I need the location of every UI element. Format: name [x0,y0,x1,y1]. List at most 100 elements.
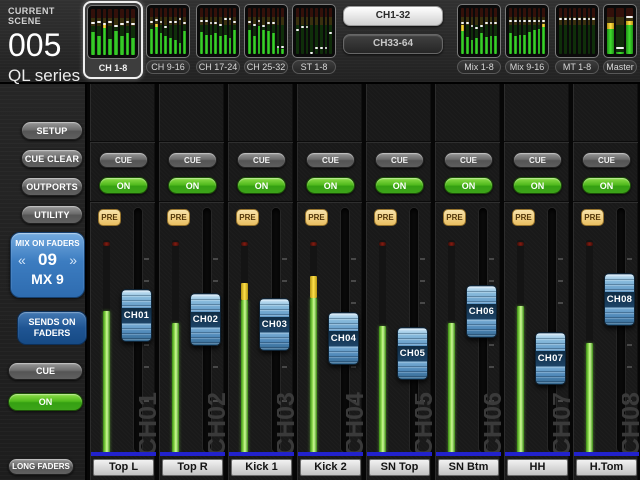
sidebar-on-button[interactable]: ON [8,393,83,411]
channel-meter [241,240,248,454]
fader-cap[interactable]: CH05 [397,327,428,380]
channel-name-plate[interactable]: Kick 1 [231,459,292,476]
pre-badge[interactable]: PRE [581,209,604,226]
meter-level [233,30,236,54]
channel-on-button[interactable]: ON [168,177,217,194]
fader-cap[interactable]: CH02 [190,293,221,346]
fader-cap[interactable]: CH07 [535,332,566,385]
channel-name-plate[interactable]: SN Top [369,459,430,476]
meter-bar [528,8,531,54]
pre-badge[interactable]: PRE [98,209,121,226]
meter-level [626,25,633,54]
fader-position-mark [277,46,280,48]
channel-cue-button[interactable]: CUE [237,152,286,168]
channel-color-bar [574,452,639,456]
channel-name-plate[interactable]: SN Btm [438,459,499,476]
input-bank-tab-ch1-8[interactable]: CH 1-8 [83,1,143,79]
fader-position-mark [523,20,526,22]
channel-on-button[interactable]: ON [582,177,631,194]
mix-prev-icon[interactable]: « [18,252,26,268]
fader-scale-tick [213,258,218,260]
mix-next-icon[interactable]: » [69,252,77,268]
sidebar-button-outports[interactable]: OUTPORTS [21,177,83,196]
fader-scale-tick [351,366,356,368]
fader-position-mark [320,47,323,49]
clip-indicator-icon [241,242,248,246]
fader-position-mark [169,21,172,23]
channel-name-plate[interactable]: HH [507,459,568,476]
channel-on-button[interactable]: ON [99,177,148,194]
meter-bar [200,8,203,54]
fader-position-mark [310,52,313,54]
channel-on-button[interactable]: ON [375,177,424,194]
pre-badge[interactable]: PRE [167,209,190,226]
channel-strip-ch08: CUEONPRECH08CH08H.Tom [571,84,638,480]
meter-level-yellow [461,25,464,31]
fader-position-mark [174,21,177,23]
meter-bar [160,8,163,54]
channel-cue-button[interactable]: CUE [444,152,493,168]
channel-on-button[interactable]: ON [237,177,286,194]
strip-divider [573,141,638,143]
channel-cue-button[interactable]: CUE [306,152,355,168]
channel-cue-button[interactable]: CUE [375,152,424,168]
input-bank-tab-ch25-32[interactable]: CH 25-32 [244,4,288,74]
channel-name-plate[interactable]: Top R [162,459,223,476]
meter-bar [267,8,270,54]
sidebar-button-cue-clear[interactable]: CUE CLEAR [21,149,83,168]
strip-divider [90,141,155,143]
scene-panel[interactable]: CURRENT SCENE 005 QL series [8,6,86,80]
pre-badge[interactable]: PRE [305,209,328,226]
pre-badge[interactable]: PRE [512,209,535,226]
pre-badge[interactable]: PRE [374,209,397,226]
bank-meter-display [505,4,549,58]
fader-cap-top [122,290,151,308]
fader-cap[interactable]: CH03 [259,298,290,351]
fader-position-mark [183,22,186,24]
bank-meter-display [146,4,190,58]
channel-cue-button[interactable]: CUE [582,152,631,168]
channel-cue-button[interactable]: CUE [168,152,217,168]
input-bank-tab-st1-8[interactable]: ST 1-8 [292,4,336,74]
meter-level-yellow [310,276,317,297]
meter-level [310,298,317,454]
fader-cap[interactable]: CH04 [328,312,359,365]
fader-position-mark [301,26,304,28]
channel-name-plate[interactable]: Top L [93,459,154,476]
channel-on-button[interactable]: ON [444,177,493,194]
sends-on-faders-button[interactable]: SENDS ON FADERS [17,311,87,345]
meter-level [155,27,158,54]
fader-cap[interactable]: CH06 [466,285,497,338]
layer-button-ch1-32[interactable]: CH1-32 [343,6,443,26]
output-bank-tab-mix1-8[interactable]: Mix 1-8 [457,4,501,74]
bank-meter-display [457,4,501,58]
input-bank-tab-ch9-16[interactable]: CH 9-16 [146,4,190,74]
sidebar-button-setup[interactable]: SETUP [21,121,83,140]
pre-badge[interactable]: PRE [236,209,259,226]
channel-cue-button[interactable]: CUE [99,152,148,168]
mix-on-faders-panel[interactable]: MIX ON FADERS « 09 » MX 9 [10,232,85,298]
output-bank-tab-master[interactable]: Master [603,4,637,74]
output-bank-tab-mt1-8[interactable]: MT 1-8 [555,4,599,74]
sidebar-button-utility[interactable]: UTILITY [21,205,83,224]
layer-button-ch33-64[interactable]: CH33-64 [343,34,443,54]
channel-name-plate[interactable]: H.Tom [576,459,637,476]
fader-cap[interactable]: CH01 [121,289,152,342]
channel-id-ghost-label: CH01 [139,378,157,456]
channel-on-button[interactable]: ON [513,177,562,194]
long-faders-button[interactable]: LONG FADERS [8,458,74,475]
fader-position-mark [588,18,591,20]
meter-level-yellow [542,24,545,28]
meter-bar [564,8,567,54]
channel-name-plate[interactable]: Kick 2 [300,459,361,476]
series-name: QL series [8,66,86,86]
fader-cap[interactable]: CH08 [604,273,635,326]
meter-bar [296,8,299,54]
channel-cue-button[interactable]: CUE [513,152,562,168]
sidebar: SETUP CUE CLEAR OUTPORTS UTILITY MIX ON FAD… [0,84,87,480]
channel-on-button[interactable]: ON [306,177,355,194]
sidebar-cue-button[interactable]: CUE [8,362,83,380]
output-bank-tab-mix9-16[interactable]: Mix 9-16 [505,4,549,74]
pre-badge[interactable]: PRE [443,209,466,226]
input-bank-tab-ch17-24[interactable]: CH 17-24 [196,4,240,74]
